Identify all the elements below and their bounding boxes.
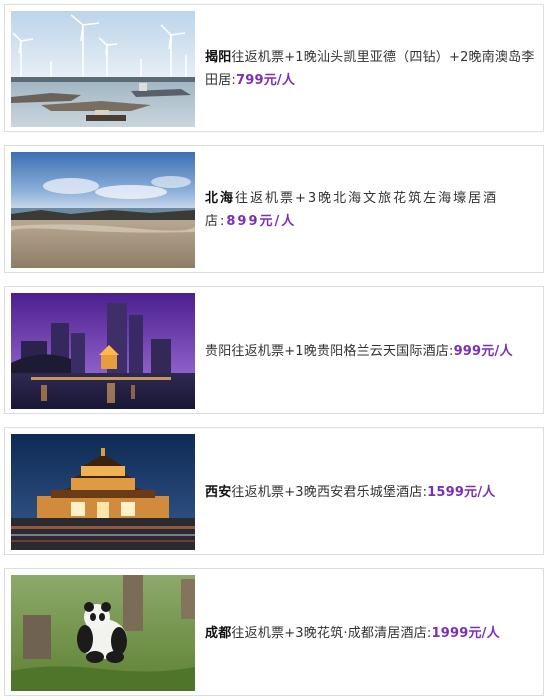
price-label: 899元/人	[226, 214, 297, 229]
destination-city: 成都	[205, 625, 232, 641]
destination-city: 揭阳	[205, 50, 232, 65]
deal-description: 揭阳往返机票+1晚汕头凯里亚德（四钻）+2晚南澳岛李田居:799元/人	[205, 5, 537, 131]
destination-city: 西安	[205, 484, 232, 500]
wind-turbines-harbor-photo[interactable]	[11, 11, 195, 127]
deal-description: 贵阳往返机票+1晚贵阳格兰云天国际酒店:999元/人	[205, 287, 537, 413]
package-details: 往返机票+3晚西安君乐城堡酒店:	[231, 484, 428, 500]
panda-grass-photo[interactable]	[11, 575, 195, 691]
deal-card-guiyang[interactable]: 贵阳往返机票+1晚贵阳格兰云天国际酒店:999元/人	[4, 286, 544, 414]
price-label: 799元/人	[235, 73, 296, 88]
night-city-skyline-photo[interactable]	[11, 293, 195, 409]
bell-tower-night-photo[interactable]	[11, 434, 195, 550]
price-label: 1599元/人	[427, 484, 496, 500]
deal-card-beihai[interactable]: 北海往返机票+3晚北海文旅花筑左海壕居酒店:899元/人	[4, 145, 544, 273]
travel-deal-list: 揭阳往返机票+1晚汕头凯里亚德（四钻）+2晚南澳岛李田居:799元/人 北海往返…	[0, 0, 550, 700]
deal-card-xian[interactable]: 西安往返机票+3晚西安君乐城堡酒店:1599元/人	[4, 427, 544, 555]
destination-city: 贵阳	[205, 343, 232, 359]
package-details: 往返机票+1晚贵阳格兰云天国际酒店:	[231, 343, 454, 359]
deal-description: 成都往返机票+3晚花筑·成都清居酒店:1999元/人	[205, 569, 537, 695]
deal-description: 北海往返机票+3晚北海文旅花筑左海壕居酒店:899元/人	[205, 146, 537, 272]
destination-city: 北海	[205, 191, 236, 206]
beach-seascape-photo[interactable]	[11, 152, 195, 268]
package-details: 往返机票+3晚花筑·成都清居酒店:	[231, 625, 432, 641]
deal-description: 西安往返机票+3晚西安君乐城堡酒店:1599元/人	[205, 428, 537, 554]
price-label: 1999元/人	[431, 625, 500, 641]
deal-card-chengdu[interactable]: 成都往返机票+3晚花筑·成都清居酒店:1999元/人	[4, 568, 544, 696]
deal-card-jieyang[interactable]: 揭阳往返机票+1晚汕头凯里亚德（四钻）+2晚南澳岛李田居:799元/人	[4, 4, 544, 132]
price-label: 999元/人	[453, 343, 513, 359]
